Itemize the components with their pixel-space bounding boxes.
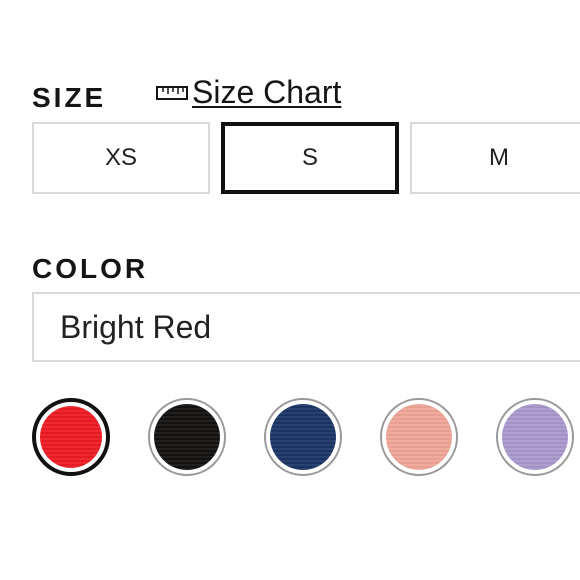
size-option-m[interactable]: M bbox=[410, 122, 580, 194]
swatch-fill bbox=[154, 404, 220, 470]
size-chart-label: Size Chart bbox=[192, 74, 342, 110]
selected-color-name: Bright Red bbox=[60, 308, 212, 345]
color-swatch-lavender[interactable] bbox=[496, 398, 574, 476]
color-swatch-bright-red[interactable] bbox=[32, 398, 110, 476]
swatch-fill bbox=[386, 404, 452, 470]
swatch-fill bbox=[40, 406, 102, 468]
size-chart-link[interactable]: Size Chart bbox=[156, 74, 341, 111]
color-swatch-peach[interactable] bbox=[380, 398, 458, 476]
ruler-icon bbox=[156, 84, 188, 102]
swatch-fill bbox=[270, 404, 336, 470]
color-swatch-navy[interactable] bbox=[264, 398, 342, 476]
selected-color-field[interactable]: Bright Red bbox=[32, 292, 580, 362]
product-options-panel: SIZE Size Chart XS S M COLOR Bright Red bbox=[0, 0, 580, 580]
color-swatch-black[interactable] bbox=[148, 398, 226, 476]
size-heading: SIZE bbox=[32, 82, 107, 113]
size-option-s[interactable]: S bbox=[221, 122, 399, 194]
swatch-fill bbox=[502, 404, 568, 470]
color-heading: COLOR bbox=[32, 253, 149, 284]
size-option-xs[interactable]: XS bbox=[32, 122, 210, 194]
